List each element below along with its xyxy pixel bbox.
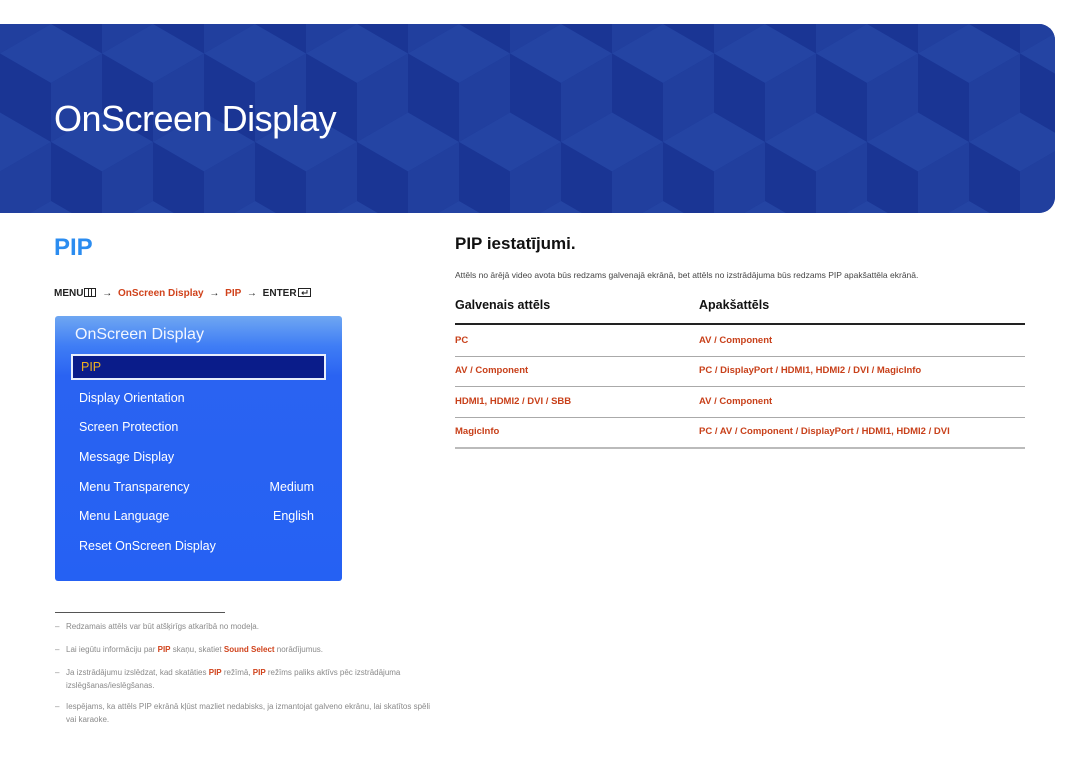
dash-bullet: – — [55, 668, 60, 677]
osd-item-menu-transparency[interactable]: Menu Transparency Medium — [71, 474, 326, 500]
row-divider — [455, 386, 1025, 387]
text: režīmā, — [221, 668, 253, 677]
osd-menu-title: OnScreen Display — [75, 326, 204, 343]
footnote: – Redzamais attēls var būt atšķirīgs atk… — [55, 620, 435, 633]
arrow-icon: → — [209, 288, 220, 299]
text: skaņu, skatiet — [170, 645, 224, 654]
osd-item-message-display[interactable]: Message Display — [71, 444, 326, 470]
osd-item-label: Display Orientation — [79, 391, 185, 405]
dash-bullet: – — [55, 622, 60, 631]
osd-item-label: Screen Protection — [79, 420, 179, 434]
footnote: – Ja izstrādājumu izslēdzat, kad skatāti… — [55, 666, 435, 692]
footnote-text: Ja izstrādājumu izslēdzat, kad skatāties… — [55, 666, 435, 692]
menu-grid-icon — [84, 288, 97, 297]
table-row: MagicInfo PC / AV / Component / DisplayP… — [455, 418, 1025, 448]
cell-main-picture: PC — [455, 335, 469, 346]
cell-main-picture: AV / Component — [455, 365, 529, 376]
banner-title: OnScreen Display — [54, 98, 337, 139]
enter-label: ENTER — [262, 288, 297, 299]
column-header-main: Galvenais attēls — [455, 298, 551, 312]
enter-icon — [297, 288, 311, 297]
footnote-text: Redzamais attēls var būt atšķirīgs atkar… — [66, 622, 259, 631]
cell-sub-picture: AV / Component — [699, 335, 773, 346]
menu-label: MENU — [54, 288, 84, 299]
chapter-banner: OnScreen Display — [0, 24, 1055, 213]
osd-menu-panel: OnScreen Display PIP Display Orientation… — [55, 316, 342, 581]
menu-path-step-pip: PIP — [225, 288, 242, 299]
arrow-icon: → — [246, 288, 257, 299]
osd-item-pip[interactable]: PIP — [71, 354, 326, 380]
footnote: – Iespējams, ka attēls PIP ekrānā kļūst … — [55, 700, 435, 726]
table-row: HDMI1, HDMI2 / DVI / SBB AV / Component — [455, 388, 1025, 418]
cell-sub-picture: PC / AV / Component / DisplayPort / HDMI… — [699, 426, 950, 437]
arrow-icon: → — [102, 288, 113, 299]
table-row: AV / Component PC / DisplayPort / HDMI1,… — [455, 357, 1025, 387]
pip-settings-description: Attēls no ārējā video avota būs redzams … — [455, 270, 919, 280]
highlight-pip: PIP — [157, 645, 171, 654]
cell-main-picture: HDMI1, HDMI2 / DVI / SBB — [455, 396, 572, 407]
footnote: – Lai iegūtu informāciju par PIP skaņu, … — [55, 643, 435, 656]
osd-item-label: Menu Transparency — [79, 480, 190, 494]
text: norādījumus. — [274, 645, 324, 654]
menu-path: MENU → OnScreen Display → PIP → ENTER — [54, 288, 311, 299]
pip-settings-title: PIP iestatījumi. — [455, 234, 576, 253]
highlight-sound-select: Sound Select — [223, 645, 275, 654]
osd-item-value: Medium — [269, 480, 314, 494]
text: Lai iegūtu informāciju par — [66, 645, 158, 654]
osd-item-label: Reset OnScreen Display — [79, 539, 216, 553]
table-top-rule — [455, 323, 1025, 325]
highlight-pip: PIP — [208, 668, 222, 677]
dash-bullet: – — [55, 645, 60, 654]
section-title: PIP — [54, 234, 93, 261]
table-bottom-rule — [455, 447, 1025, 449]
osd-item-reset-osd[interactable]: Reset OnScreen Display — [71, 533, 326, 559]
text: Ja izstrādājumu izslēdzat, kad skatāties — [66, 668, 209, 677]
table-row: PC AV / Component — [455, 327, 1025, 357]
osd-item-menu-language[interactable]: Menu Language English — [71, 503, 326, 529]
column-header-sub: Apakšattēls — [699, 298, 770, 312]
menu-path-step-osd: OnScreen Display — [118, 288, 204, 299]
osd-item-screen-protection[interactable]: Screen Protection — [71, 414, 326, 440]
osd-item-value: English — [273, 509, 314, 523]
osd-item-label: Menu Language — [79, 509, 170, 523]
highlight-pip: PIP — [252, 668, 266, 677]
osd-item-display-orientation[interactable]: Display Orientation — [71, 385, 326, 411]
footnote-text: Iespējams, ka attēls PIP ekrānā kļūst ma… — [66, 702, 431, 724]
cell-sub-picture: PC / DisplayPort / HDMI1, HDMI2 / DVI / … — [699, 365, 922, 376]
footnote-rule — [55, 612, 225, 613]
footnote-text: Lai iegūtu informāciju par PIP skaņu, sk… — [55, 643, 435, 656]
osd-item-label: PIP — [81, 360, 102, 374]
cell-main-picture: MagicInfo — [455, 426, 500, 437]
dash-bullet: – — [55, 702, 60, 711]
cell-sub-picture: AV / Component — [699, 396, 773, 407]
osd-item-label: Message Display — [79, 450, 175, 464]
